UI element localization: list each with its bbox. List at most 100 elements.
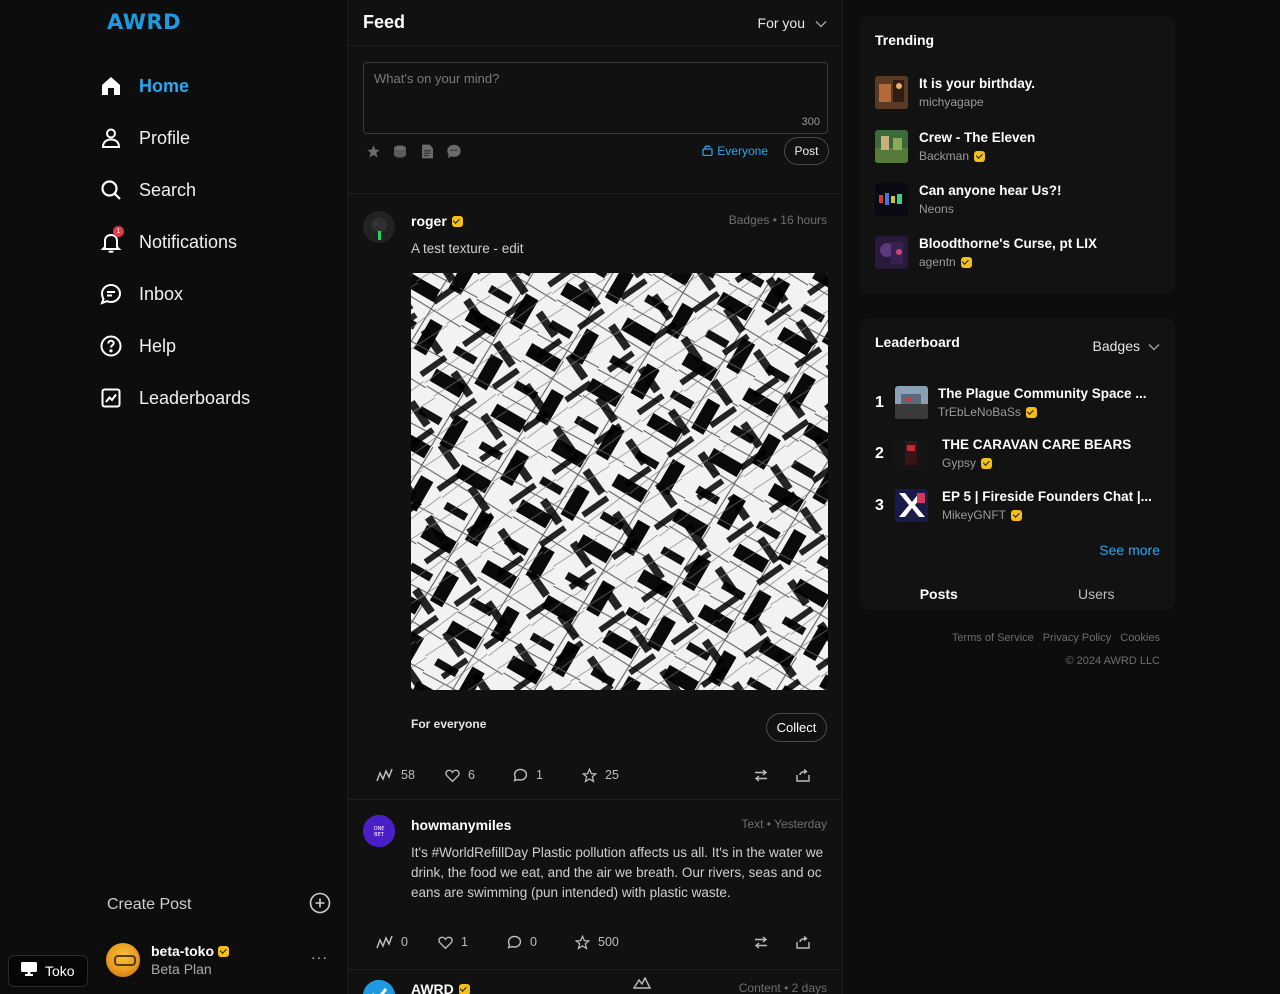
leaderboard-item-title: EP 5 | Fireside Founders Chat |... (942, 489, 1152, 504)
trending-item-title: Bloodthorne's Curse, pt LIX (919, 236, 1097, 251)
user-plan: Beta Plan (151, 961, 212, 977)
nav-item-leaderboards[interactable]: Leaderboards (98, 372, 250, 424)
trending-item-title: Can anyone hear Us?! (919, 183, 1062, 198)
post-author[interactable]: howmanymiles (411, 817, 511, 833)
main-nav: Home Profile Search 1 Notifications Inbo… (98, 60, 250, 424)
privacy-link[interactable]: Privacy Policy (1043, 632, 1111, 644)
trending-author-name: Backman (919, 149, 970, 163)
create-post-label: Create Post (107, 896, 192, 913)
post-author[interactable]: roger (411, 213, 463, 229)
feed-filter-dropdown[interactable]: For you (758, 15, 827, 31)
terms-link[interactable]: Terms of Service (952, 632, 1034, 644)
like-action[interactable]: 6 (445, 768, 475, 782)
trending-author-name: Neons (919, 202, 954, 216)
search-icon (98, 177, 124, 203)
leaderboard-tabs: Posts Users (860, 578, 1175, 610)
more-options-icon[interactable]: ··· (311, 949, 328, 965)
feed: Feed For you What's on your mind? 300 Ev… (347, 0, 843, 994)
comment-count: 1 (536, 768, 543, 782)
audience-selector[interactable]: Everyone (702, 144, 768, 159)
post-meta: Text • Yesterday (741, 817, 827, 831)
plus-circle-icon (309, 892, 331, 919)
verified-badge-icon (218, 945, 229, 957)
post-author-name: roger (411, 213, 447, 229)
share-action[interactable] (796, 768, 810, 782)
star-action[interactable]: 500 (575, 934, 619, 950)
nav-item-help[interactable]: Help (98, 320, 250, 372)
leaderboard-item[interactable]: 2 THE CARAVAN CARE BEARS Gypsy (875, 437, 1131, 470)
logo[interactable]: AWRD (107, 10, 181, 34)
award-count: 58 (401, 768, 415, 782)
coins-icon[interactable] (391, 142, 409, 160)
user-card[interactable]: beta-toko Beta Plan ··· (106, 941, 332, 979)
footer-links: Terms of Service Privacy Policy Cookies (952, 632, 1160, 644)
document-icon[interactable] (418, 142, 436, 160)
post-audience: For everyone (411, 717, 487, 731)
award-action[interactable]: 58 (376, 768, 415, 782)
tab-users[interactable]: Users (1018, 578, 1176, 610)
scroll-indicator-icon[interactable] (632, 976, 652, 994)
award-icon (376, 935, 393, 949)
see-more-link[interactable]: See more (1099, 542, 1160, 558)
trending-thumbnail (875, 183, 908, 216)
leaderboard-rank: 2 (875, 444, 884, 462)
post-author-avatar[interactable]: ONE BET (363, 815, 395, 847)
toko-label: Toko (45, 963, 75, 979)
leaderboard-item[interactable]: 3 EP 5 | Fireside Founders Chat |... Mik… (875, 489, 1152, 522)
nav-item-notifications[interactable]: 1 Notifications (98, 216, 250, 268)
heart-icon (438, 936, 453, 949)
nav-item-inbox[interactable]: Inbox (98, 268, 250, 320)
leaderboard-author-name: Gypsy (942, 456, 977, 470)
award-action[interactable]: 0 (376, 935, 408, 949)
comment-action[interactable]: 1 (513, 768, 543, 782)
post-composer: What's on your mind? 300 Everyone Post (348, 46, 842, 194)
compose-input[interactable]: What's on your mind? 300 (363, 62, 828, 134)
award-icon (376, 768, 393, 782)
post-text: It's #WorldRefillDay Plastic pollution a… (411, 845, 824, 900)
post-author[interactable]: AWRD (411, 981, 470, 994)
trending-item[interactable]: It is your birthday. michyagape (875, 76, 1035, 109)
leaderboard-list: 1 The Plague Community Space ... TrEbLeN… (860, 318, 1175, 610)
trending-item-title: It is your birthday. (919, 76, 1036, 91)
create-post-button[interactable]: Create Post (107, 892, 331, 918)
trending-thumbnail (875, 236, 908, 269)
collect-button[interactable]: Collect (766, 713, 827, 742)
comment-count: 0 (530, 935, 537, 949)
char-counter: 300 (801, 116, 820, 128)
star-icon[interactable] (364, 142, 382, 160)
leaderboard-thumbnail (895, 386, 928, 419)
leaderboard-item[interactable]: 1 The Plague Community Space ... TrEbLeN… (875, 386, 1147, 419)
post-author-avatar[interactable] (363, 211, 395, 243)
post-button[interactable]: Post (784, 137, 829, 165)
feed-title: Feed (363, 12, 406, 32)
nav-item-search[interactable]: Search (98, 164, 250, 216)
leaderboard-item-author: Gypsy (942, 456, 1131, 470)
toko-button[interactable]: Toko (8, 955, 88, 987)
like-action[interactable]: 1 (438, 935, 468, 949)
repost-action[interactable] (754, 768, 768, 782)
share-icon (796, 768, 810, 782)
tab-posts[interactable]: Posts (860, 578, 1018, 610)
post-meta: Content • 2 days (738, 981, 827, 994)
trending-item[interactable]: Crew - The Eleven Backman (875, 130, 1035, 163)
star-action[interactable]: 25 (582, 767, 619, 783)
post-author-avatar[interactable] (363, 980, 395, 994)
comment-action[interactable]: 0 (507, 935, 537, 949)
nav-item-home[interactable]: Home (98, 60, 250, 112)
trending-item[interactable]: Can anyone hear Us?! Neons (875, 183, 1062, 216)
cookies-link[interactable]: Cookies (1120, 632, 1160, 644)
chat-bubble-icon[interactable] (445, 142, 463, 160)
share-action[interactable] (796, 935, 810, 949)
trending-item-author: Neons (919, 202, 1062, 216)
trending-item[interactable]: Bloodthorne's Curse, pt LIX agentn (875, 236, 1097, 269)
post-image[interactable] (411, 273, 828, 690)
star-count: 25 (605, 768, 619, 782)
sidebar: AWRD Home Profile Search 1 Notifications… (0, 0, 346, 994)
trending-panel: Trending It is your birthday. michyagape… (860, 16, 1175, 294)
nav-label-profile: Profile (139, 127, 191, 148)
leaderboard-rank: 3 (875, 496, 884, 514)
comment-icon (507, 935, 522, 949)
user-info: beta-toko Beta Plan (151, 943, 229, 977)
repost-action[interactable] (754, 935, 768, 949)
nav-item-profile[interactable]: Profile (98, 112, 250, 164)
